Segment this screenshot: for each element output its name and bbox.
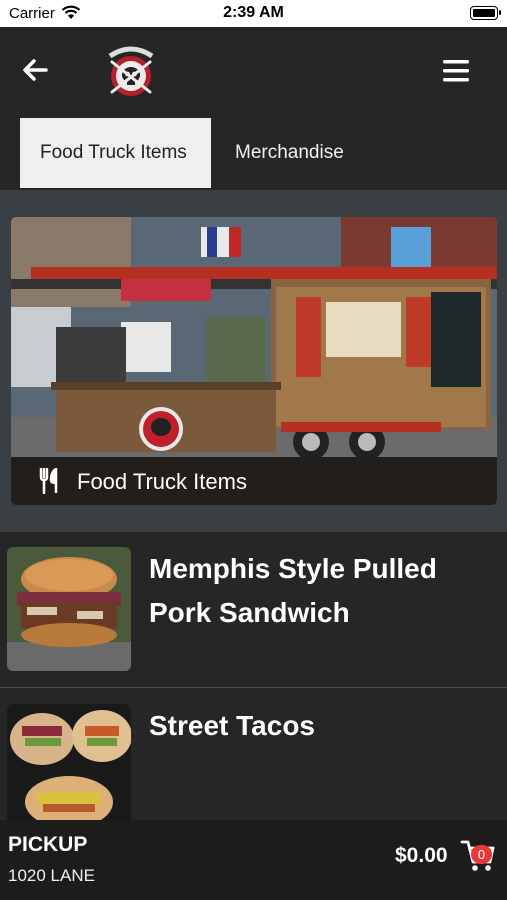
back-arrow-icon[interactable]	[20, 55, 50, 85]
category-tabs: Food Truck Items Merchandise	[0, 116, 507, 190]
pulled-pork-sandwich-photo	[7, 547, 131, 671]
category-section: Food Truck Items	[0, 190, 507, 532]
food-truck-photo	[11, 217, 497, 457]
brand-logo	[108, 46, 154, 96]
item-title: Memphis Style Pulled Pork Sandwich	[149, 553, 437, 628]
divider	[0, 687, 507, 688]
category-label-bar: Food Truck Items	[11, 457, 497, 505]
cart-total: $0.00	[395, 844, 448, 867]
category-card-food-truck-items[interactable]: Food Truck Items	[11, 217, 497, 505]
clock: 2:39 AM	[223, 4, 284, 21]
fork-knife-icon	[39, 468, 58, 494]
app-header	[0, 27, 507, 116]
cart-summary-bar: PICKUP 1020 LANE $0.00 0	[0, 820, 507, 900]
pickup-location: 1020 LANE	[8, 866, 95, 885]
status-bar: Carrier 2:39 AM	[0, 0, 507, 27]
hamburger-menu-icon[interactable]	[440, 57, 472, 85]
list-item[interactable]: Memphis Style Pulled Pork Sandwich	[0, 532, 507, 688]
menu-item-list: Memphis Style Pulled Pork Sandwich Stree…	[0, 532, 507, 820]
list-item[interactable]: Street Tacos	[0, 689, 507, 820]
cart-count-badge: 0	[471, 845, 492, 864]
battery-icon	[470, 6, 501, 20]
order-type-label[interactable]: PICKUP	[8, 833, 87, 857]
tab-food-truck-items[interactable]: Food Truck Items	[20, 118, 211, 188]
category-label: Food Truck Items	[77, 469, 247, 494]
tab-merchandise[interactable]: Merchandise	[215, 118, 364, 188]
street-tacos-photo	[7, 704, 131, 820]
item-title: Street Tacos	[149, 710, 315, 741]
